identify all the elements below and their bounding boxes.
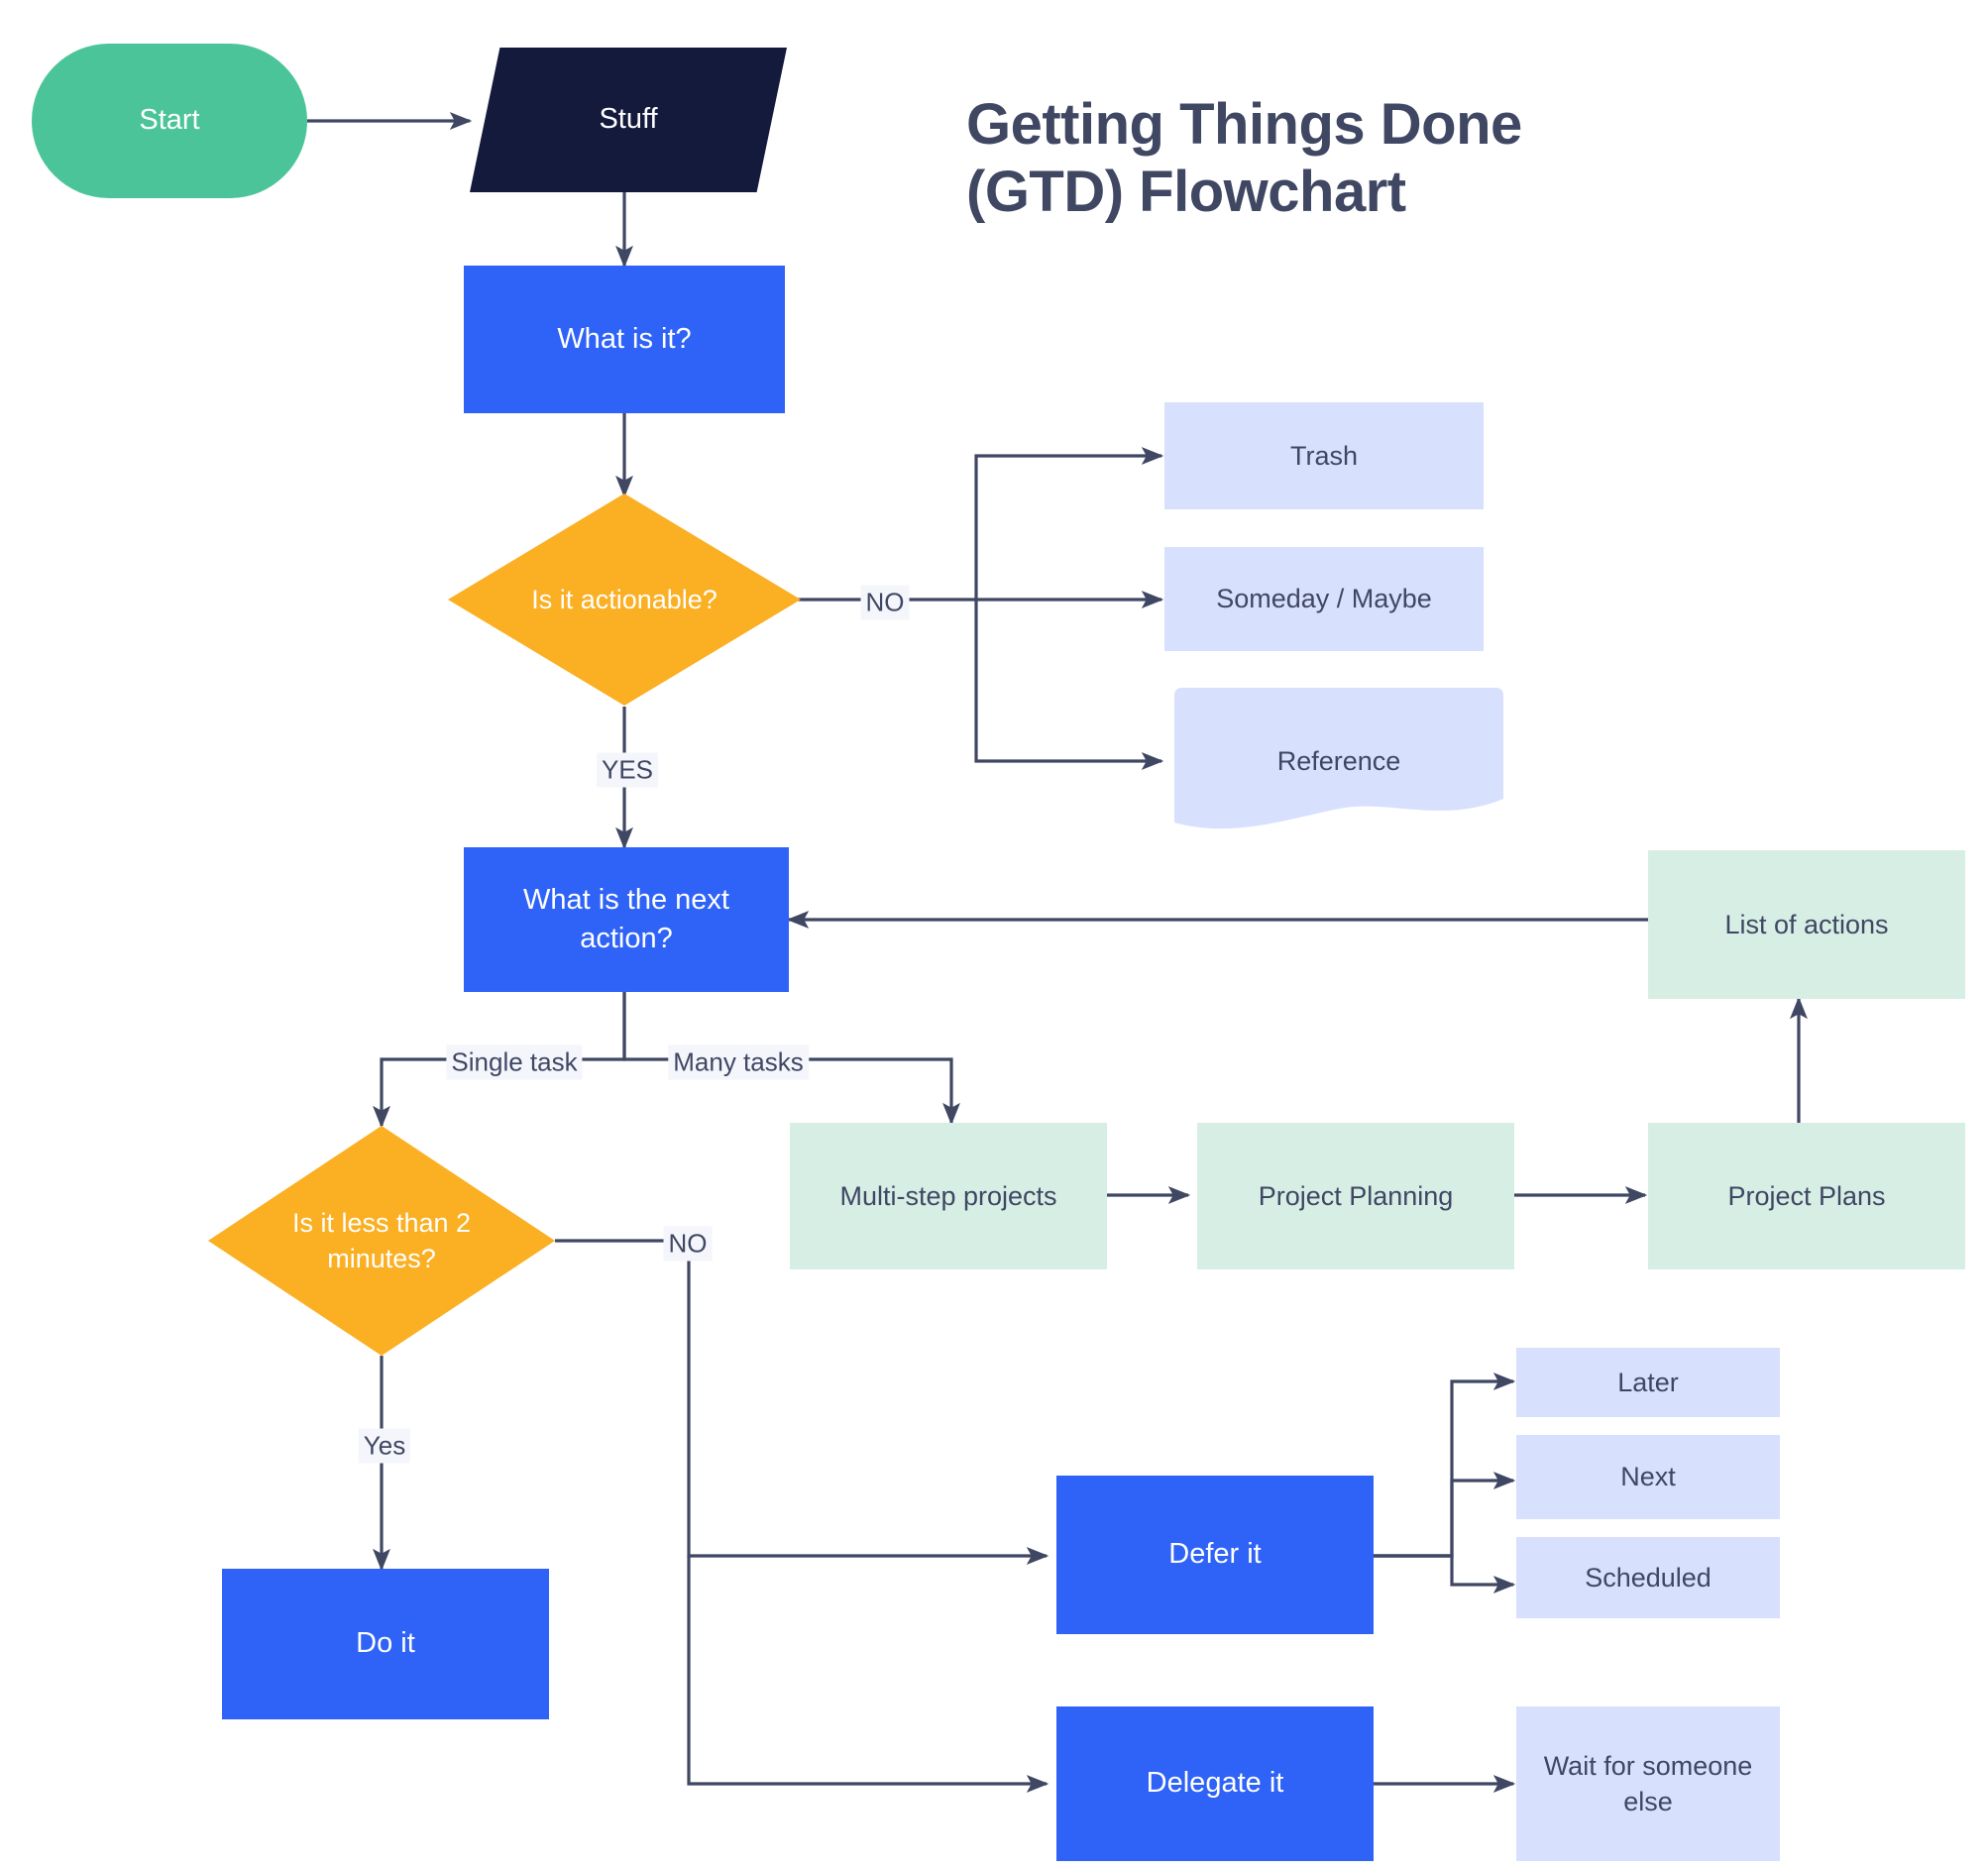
node-someday-maybe-label: Someday / Maybe (1216, 584, 1432, 614)
node-stuff-label: Stuff (599, 103, 658, 136)
node-someday-maybe[interactable]: Someday / Maybe (1164, 547, 1484, 651)
node-scheduled-label: Scheduled (1585, 1562, 1712, 1593)
edge-label-two-min-yes: Yes (358, 1428, 411, 1464)
node-scheduled[interactable]: Scheduled (1516, 1537, 1780, 1618)
edge-defer-to-scheduled (1373, 1554, 1516, 1594)
node-multi-step-projects[interactable]: Multi-step projects (790, 1123, 1107, 1269)
node-what-is-it[interactable]: What is it? (464, 266, 785, 413)
edge-label-two-min-no: NO (663, 1226, 713, 1262)
node-trash-label: Trash (1289, 440, 1358, 471)
node-list-of-actions[interactable]: List of actions (1648, 850, 1965, 999)
node-trash[interactable]: Trash (1164, 402, 1484, 509)
node-what-is-next-action-label: What is the next action? (523, 883, 729, 954)
node-list-of-actions-label: List of actions (1724, 909, 1889, 939)
node-project-plans[interactable]: Project Plans (1648, 1123, 1965, 1269)
node-multi-step-projects-label: Multi-step projects (839, 1180, 1057, 1211)
node-is-it-less-than-2-minutes-label: Is it less than 2 minutes? (291, 1207, 472, 1273)
node-defer-it[interactable]: Defer it (1056, 1476, 1374, 1634)
node-delegate-it[interactable]: Delegate it (1056, 1706, 1374, 1861)
edge-actionable-to-reference (974, 600, 1164, 770)
node-do-it-label: Do it (356, 1627, 415, 1660)
node-do-it[interactable]: Do it (222, 1569, 549, 1719)
node-start-label: Start (139, 104, 200, 137)
edge-label-actionable-no: NO (860, 585, 910, 620)
node-what-is-it-label: What is it? (557, 322, 692, 355)
edge-twomin-no-to-delegate (687, 1556, 1049, 1793)
node-project-plans-label: Project Plans (1727, 1180, 1886, 1211)
flowchart-canvas: Getting Things Done (GTD) Flowchart Star… (0, 0, 1988, 1869)
edge-label-single-task: Single task (446, 1044, 583, 1080)
edge-defer-to-later (1373, 1373, 1516, 1558)
node-project-planning-label: Project Planning (1258, 1180, 1454, 1211)
node-stuff[interactable]: Stuff (470, 48, 787, 192)
edge-label-actionable-yes: YES (596, 752, 659, 788)
node-later[interactable]: Later (1516, 1348, 1780, 1417)
node-next[interactable]: Next (1516, 1435, 1780, 1519)
edge-actionable-to-trash (974, 447, 1164, 600)
node-start[interactable]: Start (32, 44, 307, 198)
edge-label-many-tasks: Many tasks (668, 1044, 809, 1080)
node-wait-for-someone-else[interactable]: Wait for someone else (1516, 1706, 1780, 1861)
edge-defer-to-next (1373, 1472, 1516, 1558)
node-later-label: Later (1617, 1367, 1679, 1397)
node-is-it-actionable[interactable]: Is it actionable? (448, 494, 801, 706)
page-title: Getting Things Done (GTD) Flowchart (966, 92, 1522, 225)
node-defer-it-label: Defer it (1168, 1538, 1262, 1571)
node-reference-label: Reference (1276, 745, 1401, 776)
edge-twomin-no-to-defer (555, 1239, 1049, 1565)
node-is-it-less-than-2-minutes[interactable]: Is it less than 2 minutes? (208, 1126, 555, 1356)
node-reference[interactable]: Reference (1174, 688, 1503, 834)
node-wait-for-someone-else-label: Wait for someone else (1543, 1750, 1753, 1816)
node-next-label: Next (1620, 1462, 1676, 1492)
node-project-planning[interactable]: Project Planning (1197, 1123, 1514, 1269)
node-what-is-next-action[interactable]: What is the next action? (464, 847, 789, 992)
node-is-it-actionable-label: Is it actionable? (531, 584, 718, 614)
node-delegate-it-label: Delegate it (1146, 1767, 1284, 1800)
